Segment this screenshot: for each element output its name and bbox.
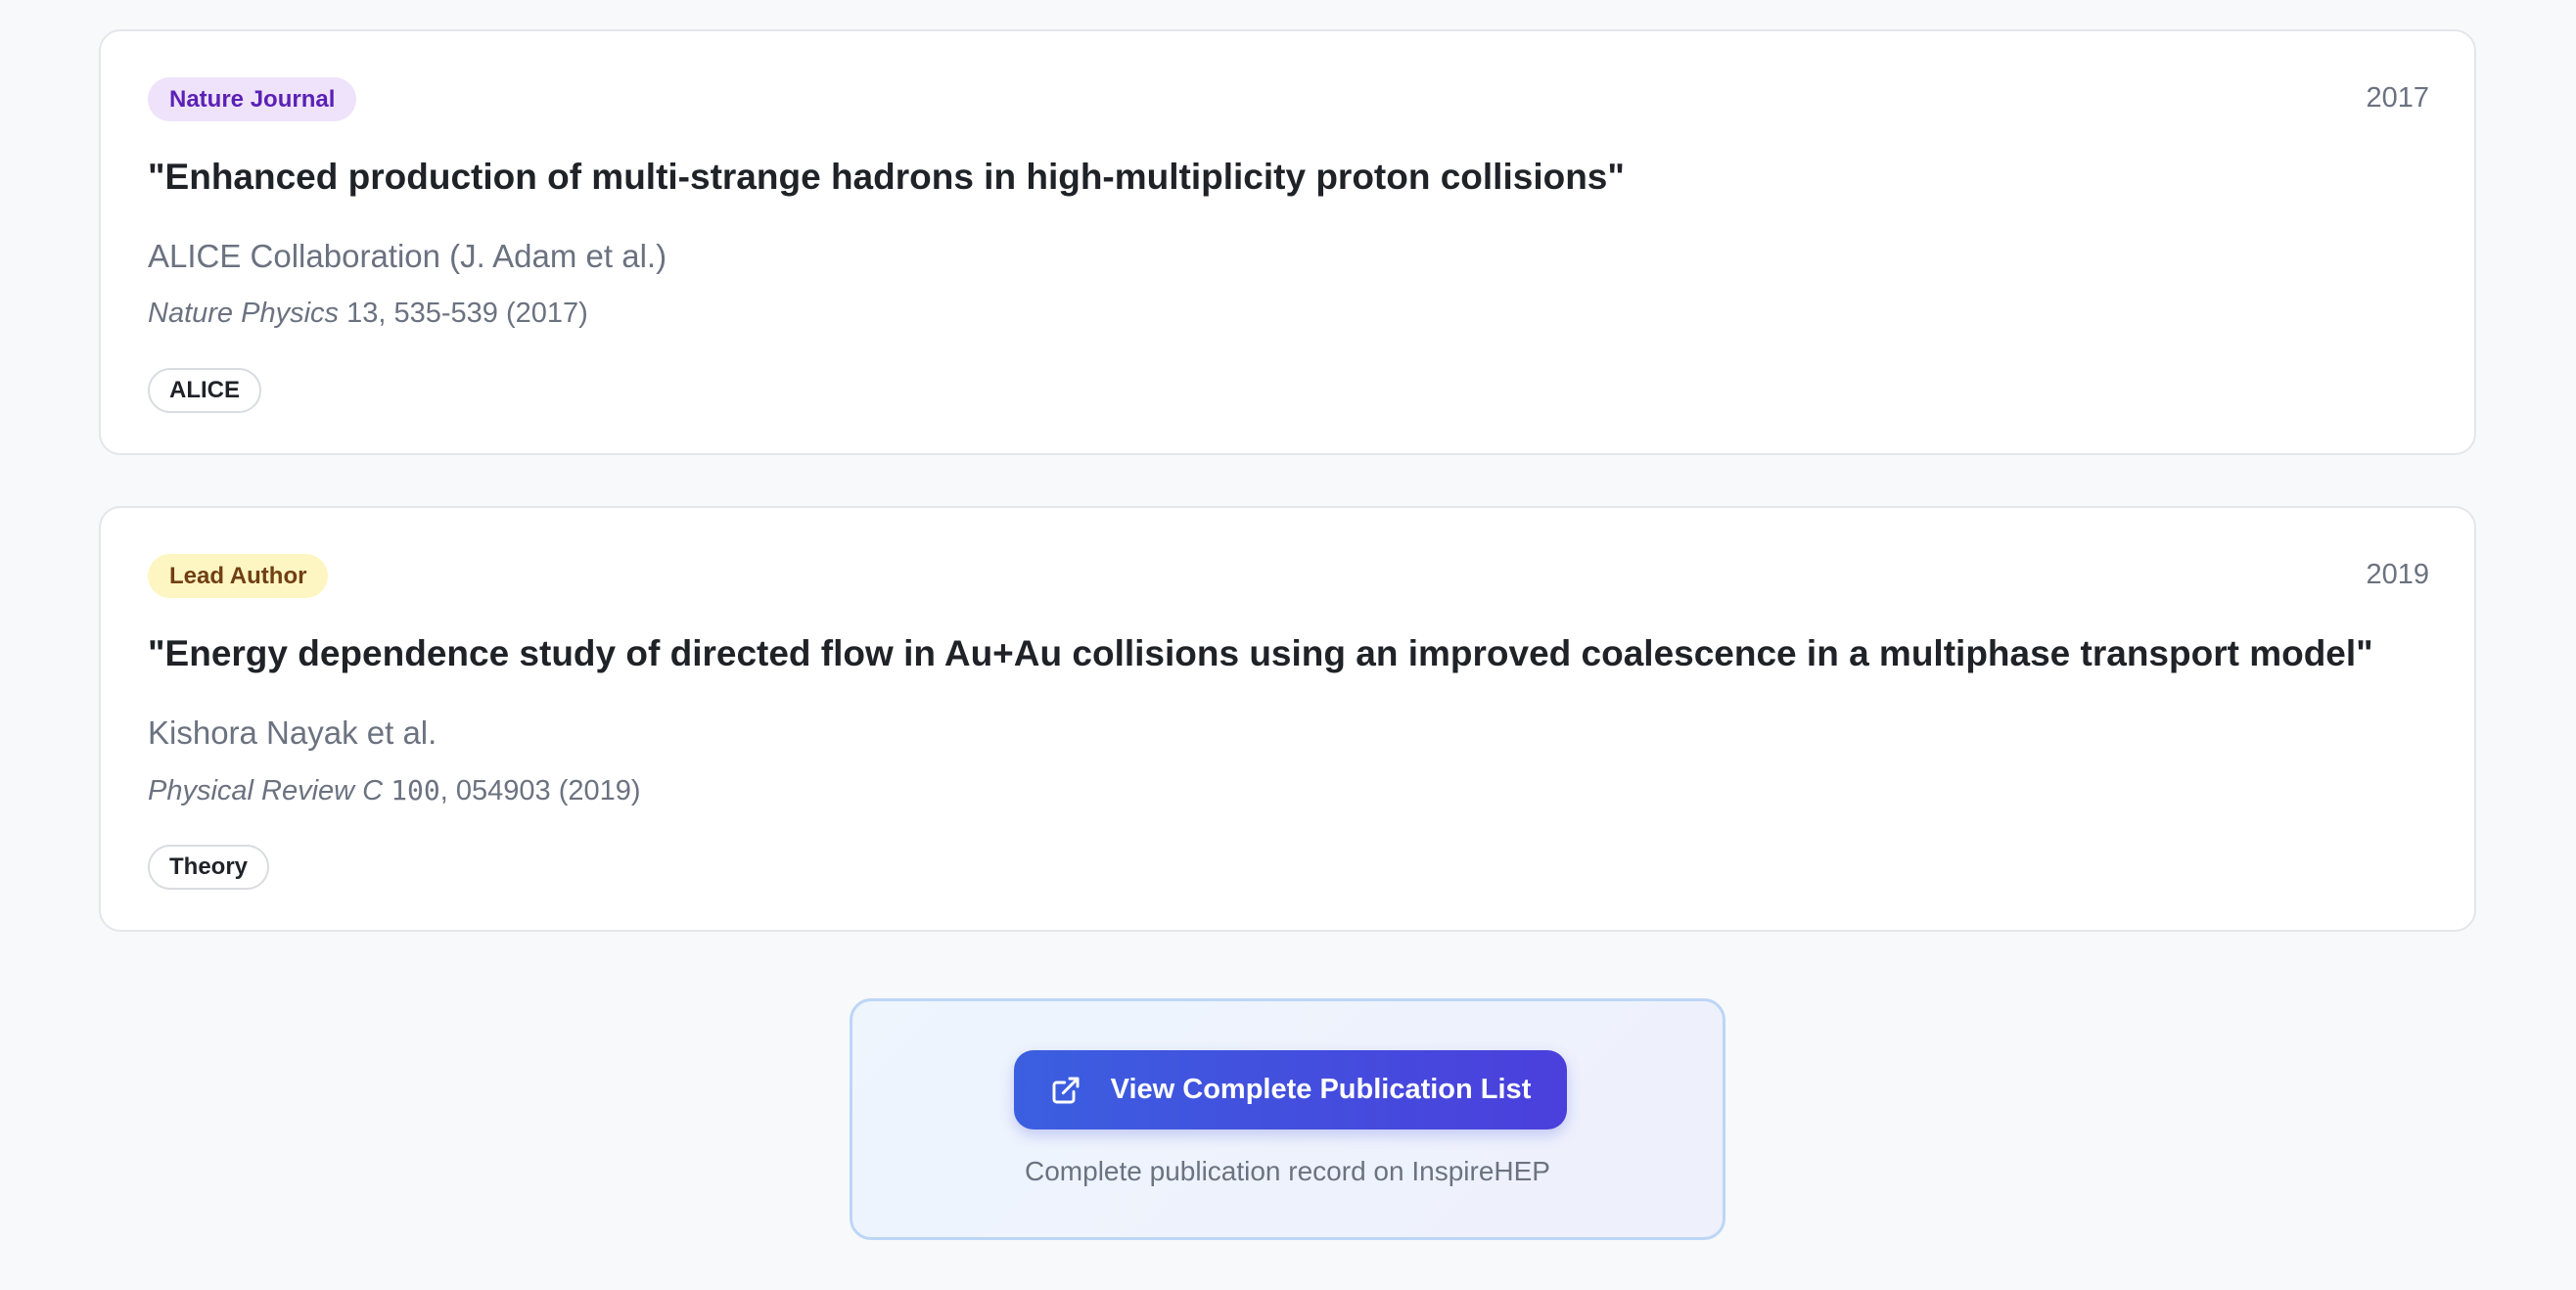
publication-card: Nature Journal 2017 "Enhanced production… xyxy=(99,29,2476,455)
publication-card: Lead Author 2019 "Energy dependence stud… xyxy=(99,506,2476,932)
cta-caption: Complete publication record on InspireHE… xyxy=(1025,1156,1550,1186)
journal-pages: , 054903 (2019) xyxy=(439,775,641,806)
publication-title: "Energy dependence study of directed flo… xyxy=(148,633,2373,673)
journal-reference: Nature Physics 13, 535-539 (2017) xyxy=(148,298,588,330)
button-label: View Complete Publication List xyxy=(1110,1074,1532,1105)
journal-volume: 13 xyxy=(346,298,379,329)
category-badge: Lead Author xyxy=(148,554,329,598)
journal-reference: Physical Review C 100, 054903 (2019) xyxy=(148,774,641,807)
publication-authors: ALICE Collaboration (J. Adam et al.) xyxy=(148,238,667,274)
journal-volume: 100 xyxy=(391,774,440,806)
journal-pages: , 535-539 (2017) xyxy=(378,298,588,329)
journal-name: Physical Review C xyxy=(148,775,384,806)
publication-authors: Kishora Nayak et al. xyxy=(148,714,437,751)
category-badge: Nature Journal xyxy=(148,77,357,121)
topic-tag: Theory xyxy=(148,845,270,890)
topic-tag: ALICE xyxy=(148,368,261,413)
view-publication-list-button[interactable]: View Complete Publication List xyxy=(1014,1050,1567,1129)
publication-year: 2017 xyxy=(2366,82,2429,114)
journal-name: Nature Physics xyxy=(148,298,340,329)
publication-list-cta: View Complete Publication List Complete … xyxy=(850,998,1725,1240)
publication-title: "Enhanced production of multi-strange ha… xyxy=(148,157,1625,197)
publication-year: 2019 xyxy=(2366,559,2429,590)
external-link-icon xyxy=(1052,1077,1080,1103)
